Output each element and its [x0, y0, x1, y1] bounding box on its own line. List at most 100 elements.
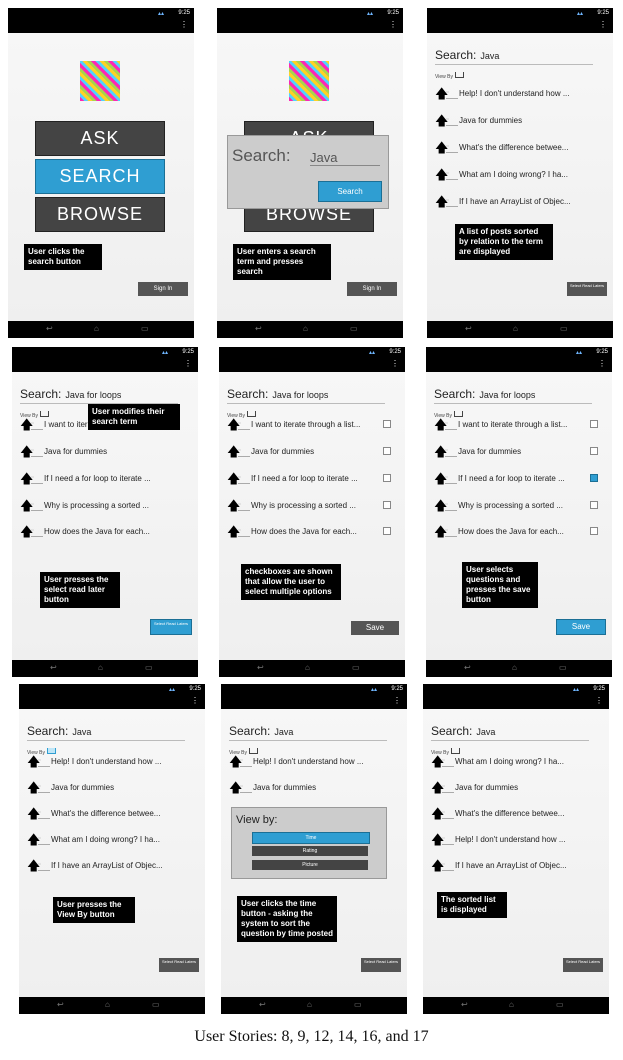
search-submit-button[interactable]: Search — [318, 181, 382, 202]
list-item[interactable]: 🡅:::I want to iterate through a list... — [432, 416, 604, 436]
upvote-arrow-icon[interactable]: 🡅 — [27, 831, 40, 849]
list-item[interactable]: 🡅::: If I have an ArrayList of Objec... — [25, 857, 197, 877]
ask-button[interactable]: ASK — [35, 121, 165, 156]
save-button[interactable]: Save — [351, 621, 399, 635]
search-term[interactable]: Java — [480, 51, 499, 61]
back-icon[interactable]: ↩ — [50, 664, 57, 672]
overflow-menu-icon[interactable]: ⋮ — [191, 697, 199, 705]
back-icon[interactable]: ↩ — [461, 1001, 468, 1009]
list-item[interactable]: 🡅::: How does the Java for each... — [432, 523, 604, 543]
select-checkbox[interactable] — [383, 420, 391, 428]
list-item[interactable]: 🡅::: Java for dummies — [432, 443, 604, 463]
recents-icon[interactable]: ▭ — [354, 1001, 362, 1009]
recents-icon[interactable]: ▭ — [152, 1001, 160, 1009]
upvote-arrow-icon[interactable]: 🡅 — [20, 443, 33, 461]
upvote-arrow-icon[interactable]: 🡅 — [435, 139, 448, 157]
recents-icon[interactable]: ▭ — [141, 325, 149, 333]
recents-icon[interactable]: ▭ — [350, 325, 358, 333]
upvote-arrow-icon[interactable]: 🡅 — [431, 779, 444, 797]
list-item[interactable]: 🡅:::I want to iterate through a list... — [225, 416, 397, 436]
home-icon[interactable]: ⌂ — [513, 325, 518, 333]
recents-icon[interactable]: ▭ — [556, 1001, 564, 1009]
back-icon[interactable]: ↩ — [255, 325, 262, 333]
upvote-arrow-icon[interactable]: 🡅 — [431, 753, 444, 771]
upvote-arrow-icon[interactable]: 🡅 — [20, 523, 33, 541]
list-item[interactable]: 🡅::: What am I doing wrong? I ha... — [429, 753, 601, 773]
view-by-rating-button[interactable]: Rating — [252, 846, 368, 856]
upvote-arrow-icon[interactable]: 🡅 — [227, 470, 240, 488]
upvote-arrow-icon[interactable]: 🡅 — [27, 779, 40, 797]
search-term[interactable]: Java for loops — [65, 390, 121, 400]
select-read-later-button[interactable]: Select Read Laters — [361, 958, 401, 972]
overflow-menu-icon[interactable]: ⋮ — [184, 360, 192, 368]
list-item[interactable]: 🡅::: If I have an ArrayList of Objec... — [429, 857, 601, 877]
select-checkbox[interactable] — [590, 420, 598, 428]
search-dialog-input[interactable]: Java — [310, 150, 380, 166]
search-term[interactable]: Java for loops — [272, 390, 328, 400]
overflow-menu-icon[interactable]: ⋮ — [595, 697, 603, 705]
list-item[interactable]: 🡅::: Java for dummies — [225, 443, 397, 463]
overflow-menu-icon[interactable]: ⋮ — [393, 697, 401, 705]
upvote-arrow-icon[interactable]: 🡅 — [435, 193, 448, 211]
upvote-arrow-icon[interactable]: 🡅 — [227, 497, 240, 515]
upvote-arrow-icon[interactable]: 🡅 — [435, 112, 448, 130]
upvote-arrow-icon[interactable]: 🡅 — [431, 805, 444, 823]
list-item[interactable]: 🡅::: Help! I don't understand how ... — [227, 753, 399, 773]
sign-in-button[interactable]: Sign In — [138, 282, 188, 296]
search-term[interactable]: Java for loops — [479, 390, 535, 400]
upvote-arrow-icon[interactable]: 🡅 — [227, 443, 240, 461]
back-icon[interactable]: ↩ — [46, 325, 53, 333]
overflow-menu-icon[interactable]: ⋮ — [599, 21, 607, 29]
search-term[interactable]: Java — [274, 727, 293, 737]
upvote-arrow-icon[interactable]: 🡅 — [20, 470, 33, 488]
select-checkbox-checked[interactable] — [590, 474, 598, 482]
search-term[interactable]: Java — [72, 727, 91, 737]
upvote-arrow-icon[interactable]: 🡅 — [229, 753, 242, 771]
upvote-arrow-icon[interactable]: 🡅 — [431, 857, 444, 875]
back-icon[interactable]: ↩ — [465, 325, 472, 333]
list-item[interactable]: 🡅::: What's the difference betwee... — [433, 139, 605, 159]
sign-in-button[interactable]: Sign In — [347, 282, 397, 296]
list-item[interactable]: 🡅::: What's the difference betwee... — [25, 805, 197, 825]
list-item[interactable]: 🡅::: If I need a for loop to iterate ... — [225, 470, 397, 490]
upvote-arrow-icon[interactable]: 🡅 — [431, 831, 444, 849]
list-item[interactable]: 🡅::: Why is processing a sorted ... — [18, 497, 190, 517]
select-read-later-button[interactable]: Select Read Laters — [567, 282, 607, 296]
back-icon[interactable]: ↩ — [57, 1001, 64, 1009]
home-icon[interactable]: ⌂ — [98, 664, 103, 672]
list-item[interactable]: 🡅::: If I need a for loop to iterate ... — [432, 470, 604, 490]
select-read-later-button[interactable]: Select Read Laters — [563, 958, 603, 972]
upvote-arrow-icon[interactable]: 🡅 — [435, 85, 448, 103]
list-item[interactable]: 🡅::: Help! I don't understand how ... — [433, 85, 605, 105]
upvote-arrow-icon[interactable]: 🡅 — [434, 497, 447, 515]
upvote-arrow-icon[interactable]: 🡅 — [434, 416, 447, 434]
list-item[interactable]: 🡅::: Help! I don't understand how ... — [25, 753, 197, 773]
upvote-arrow-icon[interactable]: 🡅 — [20, 497, 33, 515]
upvote-arrow-icon[interactable]: 🡅 — [27, 857, 40, 875]
upvote-arrow-icon[interactable]: 🡅 — [434, 443, 447, 461]
list-item[interactable]: 🡅::: Why is processing a sorted ... — [225, 497, 397, 517]
list-item[interactable]: 🡅::: Help! I don't understand how ... — [429, 831, 601, 851]
home-icon[interactable]: ⌂ — [305, 664, 310, 672]
recents-icon[interactable]: ▭ — [560, 325, 568, 333]
select-checkbox[interactable] — [383, 501, 391, 509]
upvote-arrow-icon[interactable]: 🡅 — [434, 523, 447, 541]
back-icon[interactable]: ↩ — [257, 664, 264, 672]
list-item[interactable]: 🡅::: What am I doing wrong? I ha... — [25, 831, 197, 851]
list-item[interactable]: 🡅::: Why is processing a sorted ... — [432, 497, 604, 517]
list-item[interactable]: 🡅::: How does the Java for each... — [225, 523, 397, 543]
upvote-arrow-icon[interactable]: 🡅 — [434, 470, 447, 488]
select-read-later-button[interactable]: Select Read Laters — [159, 958, 199, 972]
overflow-menu-icon[interactable]: ⋮ — [389, 21, 397, 29]
home-icon[interactable]: ⌂ — [512, 664, 517, 672]
list-item[interactable]: 🡅::: Java for dummies — [25, 779, 197, 799]
view-by-picture-button[interactable]: Picture — [252, 860, 368, 870]
home-icon[interactable]: ⌂ — [307, 1001, 312, 1009]
list-item[interactable]: 🡅::: How does the Java for each... — [18, 523, 190, 543]
list-item[interactable]: 🡅::: If I have an ArrayList of Objec... — [433, 193, 605, 213]
select-checkbox[interactable] — [383, 527, 391, 535]
upvote-arrow-icon[interactable]: 🡅 — [229, 779, 242, 797]
list-item[interactable]: 🡅::: What am I doing wrong? I ha... — [433, 166, 605, 186]
search-term[interactable]: Java — [476, 727, 495, 737]
home-icon[interactable]: ⌂ — [509, 1001, 514, 1009]
